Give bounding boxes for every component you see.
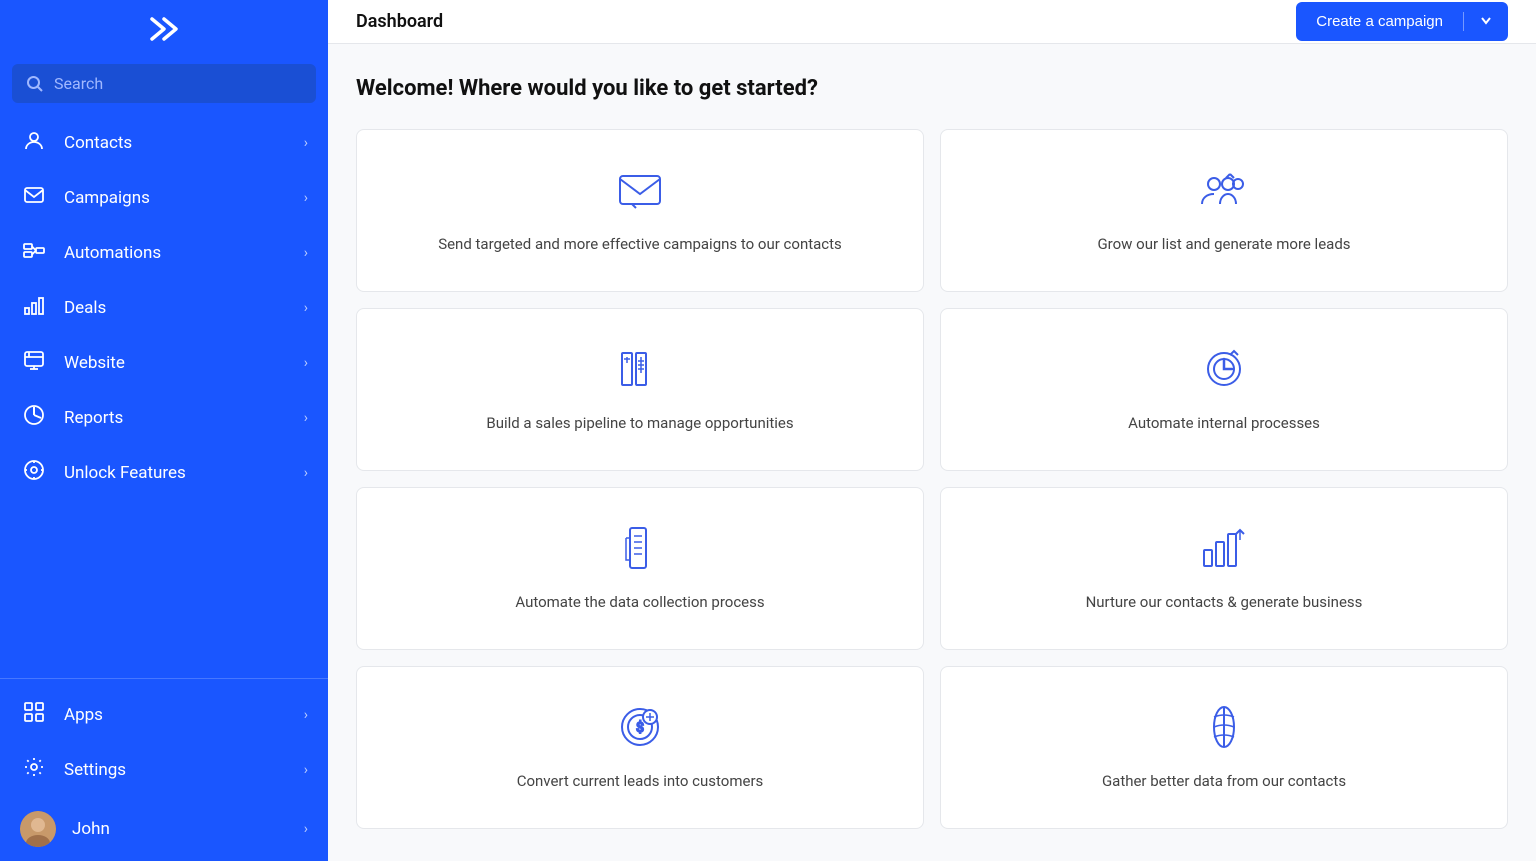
contacts-label: Contacts — [64, 133, 288, 153]
campaigns-icon — [20, 184, 48, 211]
card-grid: Send targeted and more effective campaig… — [356, 129, 1508, 829]
user-label: John — [72, 819, 288, 839]
automations-chevron: › — [304, 245, 308, 261]
website-label: Website — [64, 353, 288, 373]
search-container: Search — [0, 64, 328, 115]
card-pipeline[interactable]: Build a sales pipeline to manage opportu… — [356, 308, 924, 471]
card-nurture[interactable]: Nurture our contacts & generate business — [940, 487, 1508, 650]
convert-icon: $ — [616, 703, 664, 755]
card-convert[interactable]: $ Convert current leads into customers — [356, 666, 924, 829]
create-campaign-button[interactable]: Create a campaign — [1296, 2, 1508, 41]
sidebar-logo[interactable] — [0, 0, 328, 64]
settings-chevron: › — [304, 762, 308, 778]
sidebar-item-user[interactable]: John › — [0, 797, 328, 861]
reports-chevron: › — [304, 410, 308, 426]
sidebar-item-apps[interactable]: Apps › — [0, 687, 328, 742]
card-gather[interactable]: Gather better data from our contacts — [940, 666, 1508, 829]
logo-icon — [146, 11, 182, 54]
nurture-icon — [1200, 524, 1248, 576]
card-automate-text: Automate internal processes — [1128, 413, 1320, 434]
search-box[interactable]: Search — [12, 64, 316, 103]
unlock-icon — [20, 459, 48, 486]
sidebar-item-automations[interactable]: Automations › — [0, 225, 328, 280]
search-label: Search — [54, 74, 103, 93]
contacts-chevron: › — [304, 135, 308, 151]
topbar: Dashboard Create a campaign — [328, 0, 1536, 44]
reports-icon — [20, 404, 48, 431]
sidebar: Search Contacts › Campaigns › — [0, 0, 328, 861]
automations-label: Automations — [64, 243, 288, 263]
website-chevron: › — [304, 355, 308, 371]
card-campaigns[interactable]: Send targeted and more effective campaig… — [356, 129, 924, 292]
card-pipeline-text: Build a sales pipeline to manage opportu… — [486, 413, 793, 434]
welcome-heading: Welcome! Where would you like to get sta… — [356, 76, 1508, 101]
unlock-features-label: Unlock Features — [64, 463, 288, 483]
campaigns-chevron: › — [304, 190, 308, 206]
automations-icon — [20, 239, 48, 266]
card-nurture-text: Nurture our contacts & generate business — [1086, 592, 1363, 613]
leads-icon — [1200, 166, 1248, 218]
page-title: Dashboard — [356, 11, 443, 32]
settings-icon — [20, 756, 48, 783]
card-data-collection-text: Automate the data collection process — [515, 592, 764, 613]
contacts-icon — [20, 129, 48, 156]
dropdown-icon[interactable] — [1464, 12, 1508, 31]
user-chevron: › — [304, 821, 308, 837]
card-convert-text: Convert current leads into customers — [517, 771, 764, 792]
deals-icon — [20, 294, 48, 321]
pipeline-icon — [616, 345, 664, 397]
sidebar-item-contacts[interactable]: Contacts › — [0, 115, 328, 170]
search-icon — [26, 75, 44, 93]
sidebar-item-settings[interactable]: Settings › — [0, 742, 328, 797]
sidebar-item-deals[interactable]: Deals › — [0, 280, 328, 335]
svg-text:$: $ — [636, 719, 644, 736]
apps-icon — [20, 701, 48, 728]
user-avatar — [20, 811, 56, 847]
create-campaign-label: Create a campaign — [1296, 13, 1463, 30]
deals-chevron: › — [304, 300, 308, 316]
card-leads[interactable]: Grow our list and generate more leads — [940, 129, 1508, 292]
apps-chevron: › — [304, 707, 308, 723]
card-leads-text: Grow our list and generate more leads — [1097, 234, 1350, 255]
campaigns-label: Campaigns — [64, 188, 288, 208]
unlock-chevron: › — [304, 465, 308, 481]
main-content: Dashboard Create a campaign Welcome! Whe… — [328, 0, 1536, 861]
card-campaigns-text: Send targeted and more effective campaig… — [438, 234, 842, 255]
gather-icon — [1200, 703, 1248, 755]
deals-label: Deals — [64, 298, 288, 318]
card-automate[interactable]: Automate internal processes — [940, 308, 1508, 471]
sidebar-item-reports[interactable]: Reports › — [0, 390, 328, 445]
nav-items: Contacts › Campaigns › — [0, 115, 328, 510]
sidebar-item-campaigns[interactable]: Campaigns › — [0, 170, 328, 225]
settings-label: Settings — [64, 760, 288, 780]
nav-bottom: Apps › Settings › John — [0, 678, 328, 861]
reports-label: Reports — [64, 408, 288, 428]
sidebar-item-unlock-features[interactable]: Unlock Features › — [0, 445, 328, 500]
sidebar-item-website[interactable]: Website › — [0, 335, 328, 390]
apps-label: Apps — [64, 705, 288, 725]
website-icon — [20, 349, 48, 376]
card-data-collection[interactable]: Automate the data collection process — [356, 487, 924, 650]
data-collection-icon — [616, 524, 664, 576]
dashboard-content: Welcome! Where would you like to get sta… — [328, 44, 1536, 861]
automate-icon — [1200, 345, 1248, 397]
email-campaign-icon — [616, 166, 664, 218]
card-gather-text: Gather better data from our contacts — [1102, 771, 1346, 792]
